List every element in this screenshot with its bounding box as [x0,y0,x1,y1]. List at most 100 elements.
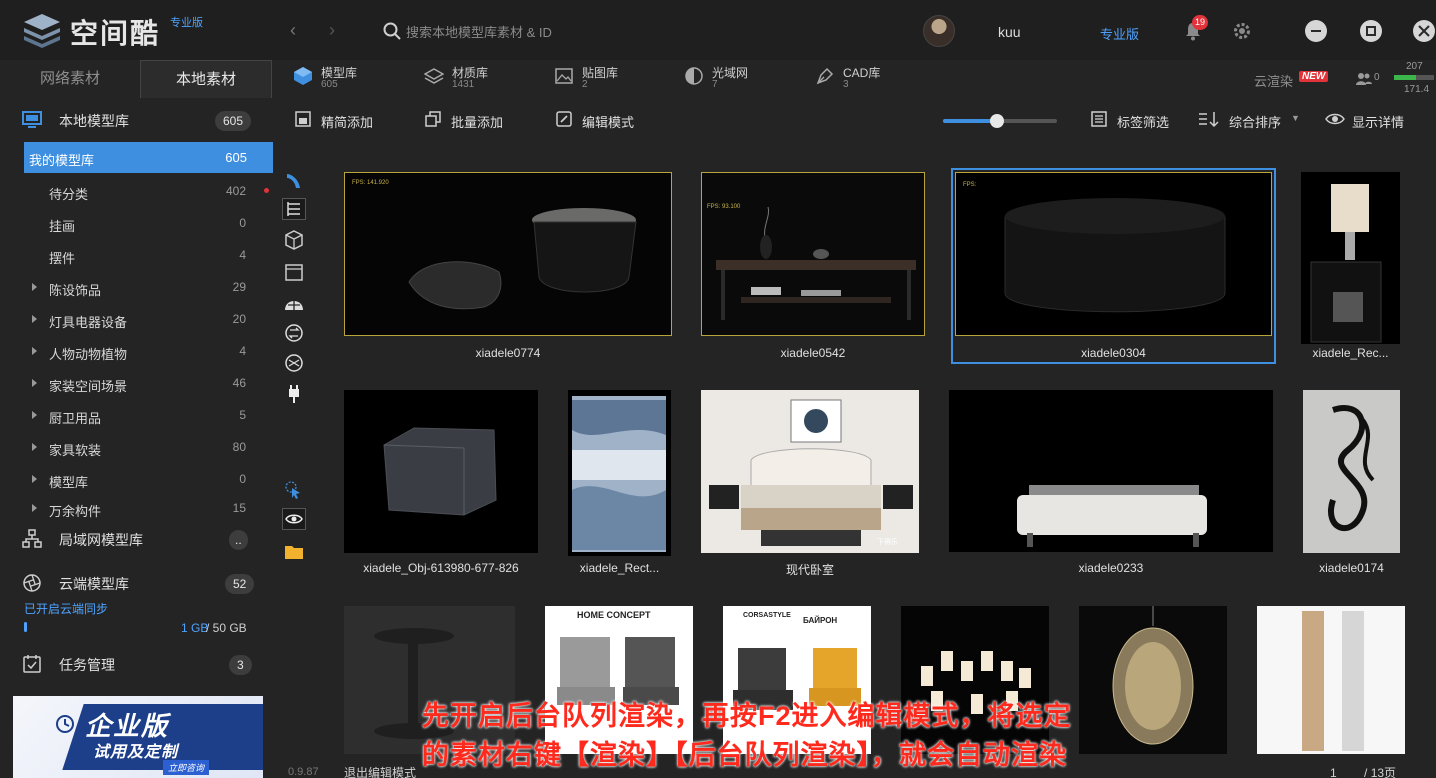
expand-arrow-icon[interactable] [32,411,37,419]
asset-thumbnail[interactable] [1079,606,1227,754]
swap-tool-icon[interactable] [282,322,306,344]
sidebar-lan-lib[interactable]: 局域网模型库 .. [22,527,273,553]
page-current[interactable]: 1 [1330,766,1337,778]
back-arrow-icon[interactable]: ‹ [283,20,303,41]
folder-icon[interactable] [282,541,306,563]
category-count: 80 [232,440,246,454]
expand-arrow-icon[interactable] [32,475,37,483]
search-input[interactable] [406,20,826,44]
sidebar-local-lib[interactable]: 本地模型库 605 [22,108,273,134]
show-details-label: 显示详情 [1352,115,1405,130]
show-details-button[interactable]: 显示详情 [1325,108,1425,132]
expand-arrow-icon[interactable] [32,504,37,512]
asset-thumbnail[interactable] [1301,172,1400,344]
sidebar-category-item[interactable]: 陈设饰品 29 [24,274,273,302]
sidebar-category-item[interactable]: 灯具电器设备 20 [24,306,273,334]
cloud-render-link[interactable]: 云渲染 [1254,71,1293,90]
sidebar-category-item[interactable]: 人物动物植物 4 [24,338,273,366]
pointer-tool-icon[interactable] [282,479,306,501]
expand-arrow-icon[interactable] [32,315,37,323]
minimize-button[interactable] [1305,20,1327,42]
asset-card[interactable]: FPS: 93.100 xiadele0542 [701,172,925,364]
sidebar-category-item[interactable]: 挂画 0 [24,210,273,238]
cloud-sync-status[interactable]: 已开启云端同步 [24,600,108,617]
sidebar-category-item[interactable]: 家具软装 80 [24,434,273,462]
edit-mode-button[interactable]: 编辑模式 [555,108,655,132]
asset-thumbnail[interactable]: FPS: 141.920 [344,172,672,336]
sidebar-category-item[interactable]: 厨卫用品 5 [24,402,273,430]
username[interactable]: kuu [998,24,1021,40]
expand-arrow-icon[interactable] [32,443,37,451]
asset-thumbnail[interactable] [949,390,1273,552]
close-button[interactable] [1413,20,1435,42]
list-filter-icon [1091,111,1107,127]
brush-tool-icon[interactable] [282,170,306,192]
package-tool-icon[interactable] [282,261,306,283]
asset-thumbnail[interactable] [1303,390,1400,553]
sidebar-category-item[interactable]: 万余构件 15 [24,495,273,523]
sidebar-category-item[interactable]: 摆件 4 [24,242,273,270]
enterprise-promo-banner[interactable]: 企业版 试用及定制 立即咨询 [13,696,263,778]
avatar[interactable] [923,15,955,47]
sidebar-item-my-lib[interactable]: 我的模型库 605 [24,142,273,173]
asset-card[interactable]: xiadele0233 [949,390,1273,580]
sort-dropdown[interactable]: 综合排序 ▼ [1198,108,1308,132]
shuffle-tool-icon[interactable] [282,352,306,374]
pagination[interactable]: 1 / 13页 [1330,764,1396,778]
preview-tool-button[interactable] [282,508,306,530]
dome-tool-icon[interactable] [282,292,306,314]
exit-edit-mode-link[interactable]: 退出编辑模式 [344,764,416,778]
asset-thumbnail[interactable] [1257,606,1405,754]
promo-cta-button[interactable]: 立即咨询 [163,760,210,775]
maximize-button[interactable] [1360,20,1382,42]
asset-card[interactable]: xiadele_Obj-613980-677-826 [344,390,538,580]
asset-card[interactable]: 下得乐 现代卧室 [701,390,919,580]
box-tool-icon[interactable] [282,229,306,251]
slider-handle[interactable] [989,114,1004,128]
disk-usage-bottom: 171.4 [1404,84,1430,95]
sidebar-cloud-lib[interactable]: 云端模型库 52 [22,571,273,597]
tab-texture-lib[interactable]: 贴图库 2 [554,62,644,96]
sidebar-tasks[interactable]: 任务管理 3 [22,652,273,678]
thumbnail-size-slider[interactable] [943,114,1057,128]
asset-thumbnail[interactable]: FPS: [955,172,1272,336]
list-tool-button[interactable] [282,198,306,220]
tasks-count: 3 [229,655,252,675]
asset-card[interactable]: FPS: 141.920 xiadele0774 [344,172,672,364]
tab-material-lib[interactable]: 材质库 1431 [424,62,514,96]
tab-network-assets[interactable]: 网络素材 [0,60,140,98]
pro-link[interactable]: 专业版 [1100,24,1139,43]
forward-arrow-icon[interactable]: › [322,20,342,41]
users-icon[interactable] [1356,72,1372,86]
asset-thumbnail[interactable] [344,390,538,553]
tab-local-assets[interactable]: 本地素材 [140,60,272,98]
add-image-icon [295,111,311,127]
list-icon [287,202,300,216]
simple-add-button[interactable]: 精简添加 [294,108,394,132]
asset-card-selected[interactable]: FPS: xiadele0304 [951,168,1276,364]
batch-add-button[interactable]: 批量添加 [424,108,524,132]
expand-arrow-icon[interactable] [32,283,37,291]
expand-arrow-icon[interactable] [32,347,37,355]
local-lib-label: 本地模型库 [59,113,129,129]
sidebar-category-item[interactable]: 待分类 402 [24,178,273,206]
expand-arrow-icon[interactable] [32,379,37,387]
plug-tool-icon[interactable] [282,383,306,405]
asset-thumbnail[interactable]: FPS: 93.100 [701,172,925,336]
asset-card[interactable]: xiadele0174 [1303,390,1400,580]
cube-icon [294,67,312,85]
asset-card[interactable]: xiadele_Rect... [568,390,671,580]
tab-model-lib[interactable]: 模型库 605 [293,62,383,96]
asset-name: xiadele0774 [475,346,541,360]
asset-card[interactable]: xiadele_Rec... [1301,172,1400,364]
category-label: 家具软装 [49,443,102,458]
asset-thumbnail[interactable]: 下得乐 [701,390,919,553]
gear-icon[interactable] [1232,21,1252,41]
asset-thumbnail[interactable] [568,390,671,556]
tag-filter-button[interactable]: 标签筛选 [1090,108,1180,132]
tab-cad-lib[interactable]: CAD库 3 [815,62,905,96]
sidebar-category-item[interactable]: 家装空间场景 46 [24,370,273,398]
slider-fill [943,119,997,123]
tab-ies-lib[interactable]: 光域网 7 [684,62,774,96]
sidebar-category-item[interactable]: 模型库 0 [24,466,273,494]
